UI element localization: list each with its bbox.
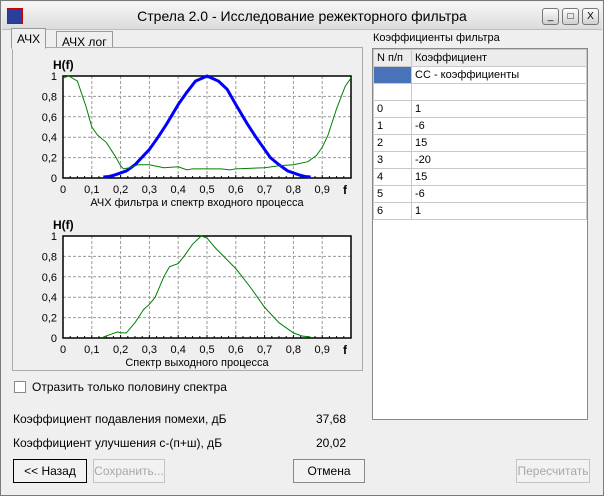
x-tick-label: 0,5 [199,184,214,196]
x-tick-label: 0,6 [228,184,243,196]
save-button[interactable]: Сохранить... [93,459,165,483]
y-axis-label: H(f) [53,58,74,72]
y-tick-label: 0,8 [42,251,57,263]
suppression-value: 37,68 [316,412,347,426]
table-row[interactable]: 4 15 [373,168,587,186]
table-row[interactable]: 01 [373,100,587,118]
charts-panel: 0 0,1 0,2 0,3 0,4 0,5 0,6 0,7 0,8 0,9 0 0,2 0,4 0,6 0,… [12,47,363,371]
x-tick-label: 0,8 [286,184,301,196]
coef-panel-title: Коэффициенты фильтра [373,32,500,44]
y-tick-label: 0,8 [42,91,57,103]
x-tick-label: 0,2 [113,344,128,356]
x-tick-label: 0,2 [113,184,128,196]
tab-achh[interactable]: АЧХ [11,28,47,49]
table-row[interactable]: 3 -20 [373,151,587,169]
row-coefficient[interactable]: -20 [411,151,587,169]
empty-cell [411,83,587,101]
y-axis-label: H(f) [53,218,74,232]
main-window: Стрела 2.0 - Исследование режекторного ф… [0,0,604,496]
x-tick-label: 0,7 [257,184,272,196]
improvement-label: Коэффициент улучшения с-(п+ш), дБ [13,436,223,450]
half-spectrum-checkbox[interactable] [14,381,26,393]
type-cell[interactable]: СС - коэффициенты [411,66,587,84]
x-tick-label: 0,5 [199,344,214,356]
table-row[interactable]: 5 -6 [373,185,587,203]
x-tick-label: 0,6 [228,344,243,356]
y-tick-label: 0,2 [42,153,57,165]
recalculate-button[interactable]: Пересчитать [516,459,590,483]
cancel-button[interactable]: Отмена [293,459,365,483]
row-coefficient[interactable]: 1 [411,100,587,118]
x-tick-label: 0,8 [286,344,301,356]
empty-cell [373,83,412,101]
x-tick-label: 0,9 [315,184,330,196]
x-axis-label: f [343,183,348,197]
row-coefficient[interactable]: 15 [411,168,587,186]
chart-title: Спектр выходного процесса [125,357,269,369]
x-tick-label: 0 [60,344,66,356]
row-number: 3 [373,151,412,169]
row-number: 5 [373,185,412,203]
col-header-num[interactable]: N п/п [373,49,412,67]
y-tick-label: 0 [51,333,57,345]
x-tick-label: 0 [60,184,66,196]
y-tick-label: 0,6 [42,112,57,124]
chart-input: 0 0,1 0,2 0,3 0,4 0,5 0,6 0,7 0,8 0,9 0 0,2 0,4 0,6 0,… [42,58,352,208]
x-axis-label: f [343,343,348,357]
y-tick-label: 0,6 [42,272,57,284]
back-button[interactable]: << Назад [13,459,87,483]
row-coefficient[interactable]: -6 [411,185,587,203]
row-number: 0 [373,100,412,118]
y-tick-label: 0,2 [42,313,57,325]
minimize-button[interactable]: _ [542,8,559,25]
y-tick-label: 0,4 [42,292,57,304]
row-number: 4 [373,168,412,186]
x-tick-label: 0,3 [142,184,157,196]
x-tick-label: 0,4 [171,344,186,356]
window-title: Стрела 2.0 - Исследование режекторного ф… [137,8,467,24]
coef-table[interactable]: N п/п Коэффициент СС - коэффициенты 0 1 1 -6… [372,48,588,420]
table-row[interactable]: 61 [373,202,587,220]
col-header-coef[interactable]: Коэффициент [411,49,587,67]
x-tick-label: 0,9 [315,344,330,356]
suppression-label: Коэффициент подавления помехи, дБ [13,412,227,426]
table-row[interactable]: 2 15 [373,134,587,152]
x-tick-label: 0,1 [84,344,99,356]
improvement-value: 20,02 [316,436,347,450]
row-coefficient[interactable]: 15 [411,134,587,152]
x-tick-label: 0,4 [171,184,186,196]
y-tick-label: 1 [51,71,57,83]
maximize-button[interactable]: □ [562,8,579,25]
title-bar: Стрела 2.0 - Исследование режекторного ф… [2,2,602,30]
close-button[interactable]: X [582,8,599,25]
half-spectrum-label: Отразить только половину спектра [32,380,227,394]
y-tick-label: 0,4 [42,132,57,144]
selected-cell [373,66,412,84]
y-tick-label: 1 [51,231,57,243]
table-row[interactable]: 1 -6 [373,117,587,135]
row-coefficient[interactable]: -6 [411,117,587,135]
y-tick-label: 0 [51,173,57,185]
row-number: 6 [373,202,412,220]
x-tick-label: 0,7 [257,344,272,356]
row-number: 2 [373,134,412,152]
chart-output: 0 0,1 0,2 0,3 0,4 0,5 0,6 0,7 0,8 0,9 0 0,2 0,4 0,6 0,… [42,218,352,369]
x-tick-label: 0,1 [84,184,99,196]
x-tick-label: 0,3 [142,344,157,356]
row-number: 1 [373,117,412,135]
row-coefficient[interactable]: 1 [411,202,587,220]
